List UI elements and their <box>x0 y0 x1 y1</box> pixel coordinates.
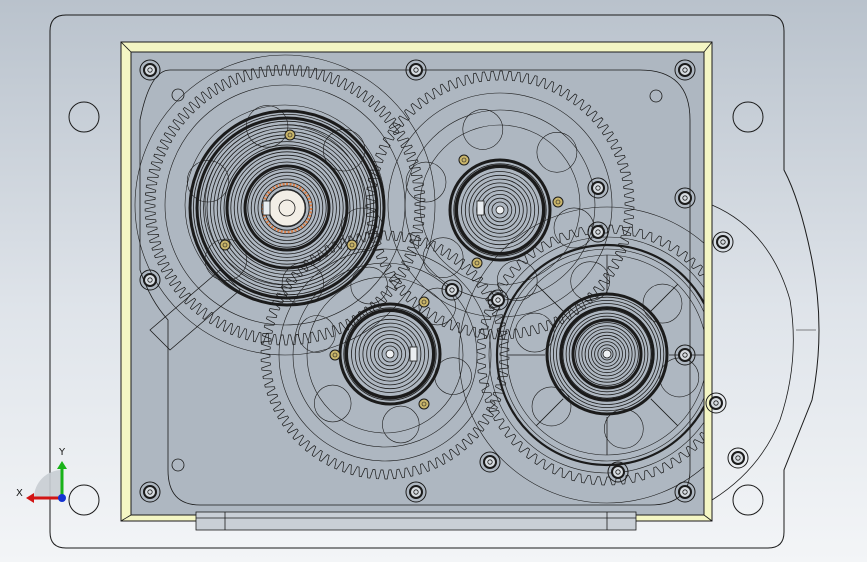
dowel-pin <box>284 129 296 141</box>
bolt <box>139 481 161 503</box>
bolt <box>674 344 696 366</box>
dowel-pin <box>418 296 430 308</box>
dowel-pin <box>219 239 231 251</box>
key-slot <box>262 200 271 216</box>
bolt <box>607 461 629 483</box>
bolt <box>587 221 609 243</box>
mounting-frame <box>120 41 713 522</box>
key-slot <box>409 346 418 362</box>
bolt <box>139 269 161 291</box>
z-axis-dot <box>58 494 66 502</box>
bolt <box>479 451 501 473</box>
x-axis-label: X <box>16 488 23 499</box>
bolt <box>674 481 696 503</box>
bolt <box>487 289 509 311</box>
bolt <box>712 231 734 253</box>
bolt <box>705 392 727 414</box>
bolt <box>674 187 696 209</box>
dowel-pin <box>458 154 470 166</box>
bolt <box>727 447 749 469</box>
dowel-pin <box>418 398 430 410</box>
bolt <box>587 177 609 199</box>
bolt <box>405 59 427 81</box>
y-axis-label: Y <box>58 447 66 458</box>
bolt <box>139 59 161 81</box>
dowel-pin <box>346 239 358 251</box>
cad-viewport[interactable]: X Y <box>0 0 867 562</box>
key-slot <box>476 200 485 216</box>
bolt <box>441 279 463 301</box>
bolt <box>405 481 427 503</box>
bearing-bottom-center <box>338 302 442 406</box>
dowel-pin <box>329 349 341 361</box>
dowel-pin <box>552 196 564 208</box>
dowel-pin <box>471 257 483 269</box>
bearing-top-right <box>448 158 552 262</box>
bottom-rail <box>195 511 637 531</box>
bolt <box>674 59 696 81</box>
coordinate-triad: X Y <box>16 447 67 503</box>
